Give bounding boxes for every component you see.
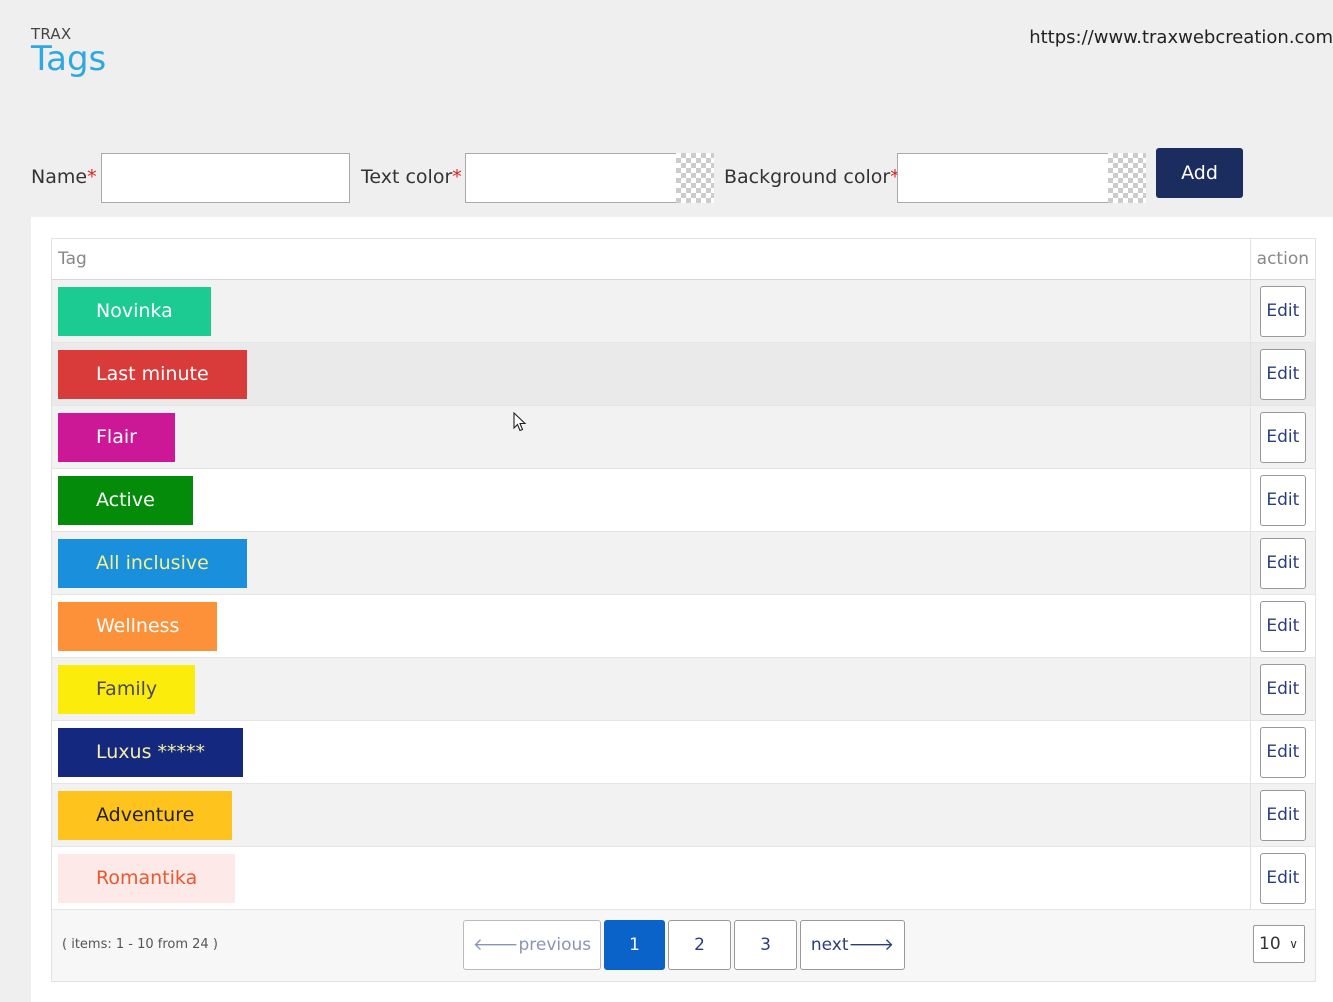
table-row: All inclusive Edit [52, 531, 1315, 595]
add-tag-form: Name* Text color* Background color* Add [0, 148, 1333, 203]
action-cell: Edit [1249, 846, 1315, 910]
table-row: Novinka Edit [52, 279, 1315, 343]
action-cell: Edit [1249, 342, 1315, 406]
name-label: Name* [31, 166, 97, 188]
edit-button[interactable]: Edit [1259, 726, 1306, 778]
tag-chip: Novinka [58, 286, 211, 336]
tag-cell: Luxus ***** [52, 720, 1251, 784]
arrow-right-icon: 🡒 [848, 935, 895, 955]
background-color-label: Background color* [724, 166, 900, 188]
edit-button[interactable]: Edit [1259, 789, 1306, 841]
background-color-swatch[interactable] [1108, 153, 1146, 203]
action-cell: Edit [1249, 720, 1315, 784]
table-row: Active Edit [52, 468, 1315, 532]
site-url-link[interactable]: https://www.traxwebcreation.com [1029, 27, 1333, 48]
text-color-input[interactable] [465, 153, 677, 203]
required-mark: * [452, 166, 462, 188]
tag-cell: Last minute [52, 342, 1251, 406]
tags-table: Tag action Novinka Edit Last minute Edit Fla… [52, 239, 1315, 910]
tags-panel: Tag action Novinka Edit Last minute Edit Fla… [31, 217, 1333, 1002]
chevron-down-icon: ∨ [1289, 937, 1298, 951]
required-mark: * [87, 166, 97, 188]
action-cell: Edit [1249, 468, 1315, 532]
table-footer: ( items: 1 - 10 from 24 ) 🡐previous 1 2 … [52, 910, 1315, 981]
table-row: Luxus ***** Edit [52, 720, 1315, 784]
page-button-3[interactable]: 3 [734, 920, 797, 970]
action-cell: Edit [1249, 279, 1315, 343]
tag-cell: Wellness [52, 594, 1251, 658]
tag-cell: Flair [52, 405, 1251, 469]
column-header-tag: Tag [52, 239, 1251, 280]
edit-button[interactable]: Edit [1259, 411, 1306, 463]
page-title: Tags [31, 39, 107, 79]
items-info: ( items: 1 - 10 from 24 ) [62, 937, 218, 952]
tag-cell: Family [52, 657, 1251, 721]
page-button-2[interactable]: 2 [668, 920, 731, 970]
tag-cell: Novinka [52, 279, 1251, 343]
edit-button[interactable]: Edit [1259, 663, 1306, 715]
previous-button[interactable]: 🡐previous [463, 920, 601, 970]
edit-button[interactable]: Edit [1259, 348, 1306, 400]
edit-button[interactable]: Edit [1259, 852, 1306, 904]
edit-button[interactable]: Edit [1259, 600, 1306, 652]
table-row: Family Edit [52, 657, 1315, 721]
add-button[interactable]: Add [1156, 148, 1243, 198]
text-color-label: Text color* [361, 166, 462, 188]
tag-cell: Adventure [52, 783, 1251, 847]
action-cell: Edit [1249, 531, 1315, 595]
tag-chip: Romantika [58, 853, 236, 903]
arrow-left-icon: 🡐 [472, 935, 519, 955]
table-row: Flair Edit [52, 405, 1315, 469]
tags-table-body: Novinka Edit Last minute Edit Flair Edit Activ… [52, 279, 1315, 910]
tag-cell: Active [52, 468, 1251, 532]
per-page-select[interactable]: 10 ∨ [1253, 925, 1305, 963]
table-row: Last minute Edit [52, 342, 1315, 406]
tag-chip: Last minute [58, 349, 247, 399]
tag-chip: Active [58, 475, 193, 525]
next-button[interactable]: next🡒 [800, 920, 905, 970]
action-cell: Edit [1249, 594, 1315, 658]
text-color-swatch[interactable] [676, 153, 714, 203]
tag-chip: Adventure [58, 790, 233, 840]
edit-button[interactable]: Edit [1259, 537, 1306, 589]
page-button-1[interactable]: 1 [604, 920, 665, 970]
table-row: Adventure Edit [52, 783, 1315, 847]
action-cell: Edit [1249, 405, 1315, 469]
tag-chip: All inclusive [58, 538, 247, 588]
tag-chip: Flair [58, 412, 175, 462]
background-color-input[interactable] [897, 153, 1109, 203]
name-input[interactable] [101, 153, 350, 203]
tags-table-wrap: Tag action Novinka Edit Last minute Edit Fla… [51, 238, 1316, 982]
tag-chip: Luxus ***** [58, 727, 244, 777]
tag-cell: Romantika [52, 846, 1251, 910]
column-header-action: action [1249, 239, 1315, 280]
table-row: Wellness Edit [52, 594, 1315, 658]
tag-chip: Wellness [58, 601, 218, 651]
action-cell: Edit [1249, 783, 1315, 847]
edit-button[interactable]: Edit [1259, 285, 1306, 337]
edit-button[interactable]: Edit [1259, 474, 1306, 526]
per-page-value: 10 [1259, 934, 1281, 954]
tag-chip: Family [58, 664, 196, 714]
table-row: Romantika Edit [52, 846, 1315, 910]
action-cell: Edit [1249, 657, 1315, 721]
tag-cell: All inclusive [52, 531, 1251, 595]
